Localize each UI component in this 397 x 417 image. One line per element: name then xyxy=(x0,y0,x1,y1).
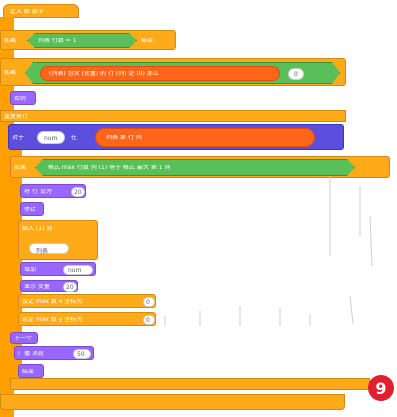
show-value[interactable]: 20 xyxy=(63,282,77,292)
repeat-label: 重复执行 xyxy=(4,114,29,120)
condition-1[interactable]: 列表 行数 = 1 xyxy=(27,33,137,48)
if-block-2[interactable]: 如果 (列表) 包含 (变量) 的 行 (列) 是 (0) 那么 0 xyxy=(0,58,346,86)
for-expr[interactable]: 列表 第 行 列 xyxy=(95,128,315,147)
set-y-label: 设定 max 数 y 坐标为 xyxy=(22,317,83,323)
insert-block[interactable]: 插入 (1) 到 列表 xyxy=(18,220,98,260)
if-block-3[interactable]: 如果 格式 max 行数 列 (1) 等于 格式 最大 第 1 列 xyxy=(10,156,390,178)
broadcast-block[interactable]: 广播 消息 50 xyxy=(14,346,94,360)
set-y-value[interactable]: 0 xyxy=(143,315,155,325)
change-block[interactable]: 增加 num xyxy=(20,262,96,276)
next-block[interactable]: 下一个 xyxy=(10,332,38,344)
if-keyword-3: 如果 xyxy=(14,165,27,171)
set-x-block[interactable]: 设定 max 数 x 坐标为 0 xyxy=(18,294,156,308)
stop-block[interactable]: 停止 xyxy=(20,202,44,216)
stop-label: 停止 xyxy=(24,207,37,213)
show-block[interactable]: 显示 变量 20 xyxy=(20,280,78,292)
condition-3[interactable]: 格式 max 行数 列 (1) 等于 格式 最大 第 1 列 xyxy=(35,159,355,176)
reporter-item[interactable]: (列表) 包含 (变量) 的 行 (列) 是 (0) 那么 xyxy=(40,66,280,81)
else-block[interactable]: 否则 xyxy=(10,91,36,105)
for-expr-text: 列表 第 行 列 xyxy=(106,135,142,141)
pen-trail-lines xyxy=(164,176,373,326)
change-label: 增加 xyxy=(24,267,37,273)
broadcast-value[interactable]: 50 xyxy=(73,349,91,359)
show-label: 显示 变量 xyxy=(24,284,50,290)
value-zero[interactable]: 0 xyxy=(288,68,304,80)
broadcast-label: 广播 消息 xyxy=(18,351,44,357)
condition-1-text: 列表 行数 = 1 xyxy=(38,38,77,44)
set-label: 将 行 设为 xyxy=(24,189,52,195)
if-result: 结束 xyxy=(141,38,154,44)
if-keyword-2: 如果 xyxy=(4,70,17,76)
condition-2-text: (列表) 包含 (变量) 的 行 (列) 是 (0) 那么 xyxy=(49,71,159,77)
script-bottom xyxy=(0,394,345,410)
if-block-1[interactable]: 如果 列表 行数 = 1 结束 xyxy=(0,30,176,50)
end-block[interactable]: 结束 xyxy=(18,364,44,378)
for-each-label: 对于 xyxy=(12,135,25,141)
else-label: 否则 xyxy=(14,96,27,102)
set-x-value[interactable]: 0 xyxy=(143,297,155,307)
repeat-block[interactable]: 重复执行 xyxy=(0,110,346,122)
set-value[interactable]: 20 xyxy=(71,187,85,197)
set-block[interactable]: 将 行 设为 20 xyxy=(20,184,86,198)
next-label: 下一个 xyxy=(14,336,33,342)
for-in: 在 xyxy=(71,135,78,141)
define-label: 定义 解 数字 xyxy=(10,9,44,15)
for-each-block[interactable]: 对于 num 在 列表 第 行 列 xyxy=(8,124,344,150)
for-var[interactable]: num xyxy=(37,131,65,144)
define-block[interactable]: 定义 解 数字 xyxy=(3,4,79,18)
insert-value[interactable]: 列表 xyxy=(29,243,69,255)
insert-label: 插入 (1) 到 xyxy=(22,226,53,232)
change-value[interactable]: num xyxy=(63,265,93,275)
step-number-badge: 9 xyxy=(368,375,394,401)
condition-3-text: 格式 max 行数 列 (1) 等于 格式 最大 第 1 列 xyxy=(48,165,171,171)
set-x-label: 设定 max 数 x 坐标为 xyxy=(22,299,83,305)
set-y-block[interactable]: 设定 max 数 y 坐标为 0 xyxy=(18,312,156,326)
condition-2[interactable]: (列表) 包含 (变量) 的 行 (列) 是 (0) 那么 0 xyxy=(25,62,340,84)
loop-bottom xyxy=(10,378,370,390)
if-keyword: 如果 xyxy=(4,38,17,44)
end-label: 结束 xyxy=(22,369,35,375)
